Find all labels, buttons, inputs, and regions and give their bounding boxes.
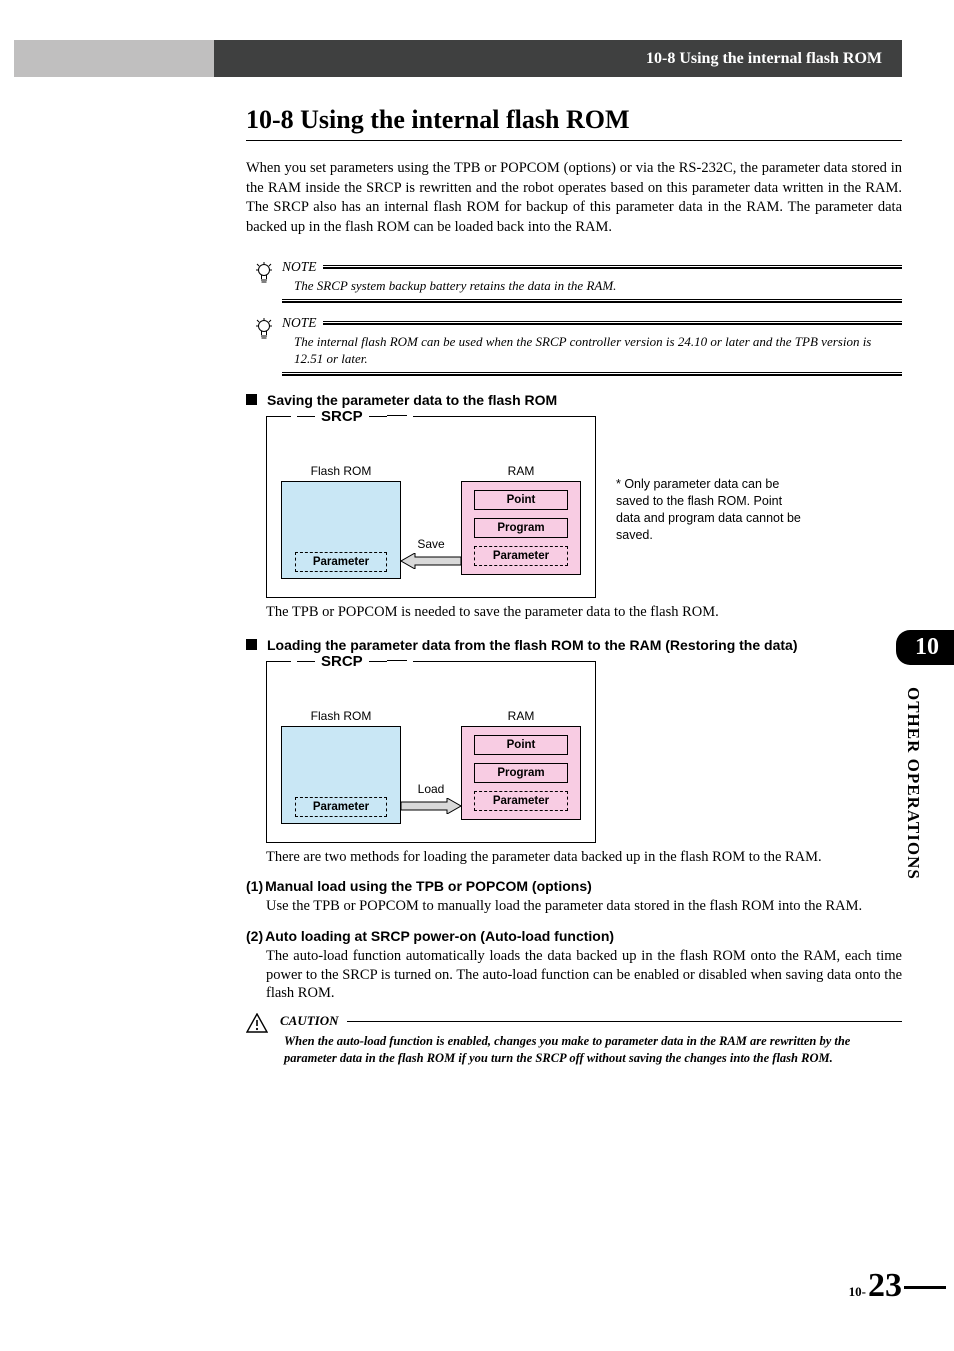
arrow-label: Load [418, 782, 445, 796]
flash-rom-label: Flash ROM [311, 709, 372, 723]
caution-text: When the auto-load function is enabled, … [280, 1033, 902, 1067]
rule-icon [347, 1021, 902, 1022]
save-arrow: Save [401, 537, 461, 569]
sub-text: The auto-load function automatically loa… [266, 947, 902, 1004]
save-caption: The TPB or POPCOM is needed to save the … [266, 604, 902, 621]
arrow-label: Save [417, 537, 444, 551]
diagram-side-note: * Only parameter data can be saved to th… [616, 476, 806, 544]
bullet-icon [246, 394, 257, 405]
rule-icon [282, 372, 902, 376]
load-diagram: SRCP Flash ROM Parameter Load RAM Point … [266, 661, 596, 843]
lightbulb-icon [246, 259, 282, 287]
header-title-bar: 10-8 Using the internal flash ROM [214, 40, 902, 77]
section-heading-text: Saving the parameter data to the flash R… [267, 392, 557, 408]
load-caption: There are two methods for loading the pa… [266, 849, 902, 866]
section-heading-text: Loading the parameter data from the flas… [267, 637, 797, 653]
save-diagram: SRCP Flash ROM Parameter Save RAM Point … [266, 416, 596, 598]
note-block: NOTE The internal flash ROM can be used … [246, 315, 902, 376]
flashrom-parameter-cell: Parameter [295, 552, 387, 572]
ram-program-cell: Program [474, 763, 568, 783]
ram-program-cell: Program [474, 518, 568, 538]
chapter-label: OTHER OPERATIONS [903, 687, 923, 880]
caution-label: CAUTION [280, 1013, 339, 1029]
note-label: NOTE [282, 259, 317, 275]
ram-point-cell: Point [474, 490, 568, 510]
sub-head: Auto loading at SRCP power-on (Auto-load… [265, 928, 614, 944]
ram-label: RAM [508, 464, 535, 478]
intro-paragraph: When you set parameters using the TPB or… [246, 159, 902, 237]
bullet-icon [246, 639, 257, 650]
page-prefix: 10- [849, 1284, 866, 1300]
load-diagram-wrap: SRCP Flash ROM Parameter Load RAM Point … [246, 661, 902, 843]
rule-icon [323, 265, 902, 269]
ram-parameter-cell: Parameter [474, 791, 568, 811]
page-number: 10- 23 [849, 1267, 902, 1305]
page-content: 10-8 Using the internal flash ROM When y… [246, 105, 902, 1067]
caution-block: CAUTION When the auto-load function is e… [246, 1013, 902, 1067]
rule-icon [323, 321, 902, 325]
page-num: 23 [868, 1267, 902, 1305]
section-heading: Loading the parameter data from the flas… [246, 637, 902, 653]
ram-point-cell: Point [474, 735, 568, 755]
note-label: NOTE [282, 315, 317, 331]
diagram-title: SRCP [291, 408, 413, 425]
ram-parameter-cell: Parameter [474, 546, 568, 566]
ram-label: RAM [508, 709, 535, 723]
rule-icon [282, 299, 902, 303]
page-header: 10-8 Using the internal flash ROM [0, 40, 954, 77]
flashrom-parameter-cell: Parameter [295, 797, 387, 817]
caution-icon [246, 1013, 268, 1038]
lightbulb-icon [246, 315, 282, 343]
chapter-tab: 10 OTHER OPERATIONS [896, 630, 930, 880]
sub-head: Manual load using the TPB or POPCOM (opt… [265, 878, 592, 894]
header-gray-block [14, 40, 214, 77]
arrow-right-icon [401, 798, 461, 814]
diagram-title: SRCP [291, 653, 413, 670]
flash-rom-label: Flash ROM [311, 464, 372, 478]
note-text: The SRCP system backup battery retains t… [282, 278, 902, 295]
footer-rule-icon [904, 1286, 946, 1289]
note-text: The internal flash ROM can be used when … [282, 334, 902, 368]
flash-rom-box: Flash ROM Parameter [281, 726, 401, 824]
header-breadcrumb: 10-8 Using the internal flash ROM [646, 50, 882, 68]
section-heading: Saving the parameter data to the flash R… [246, 392, 902, 408]
arrow-left-icon [401, 553, 461, 569]
load-arrow: Load [401, 782, 461, 814]
chapter-number: 10 [896, 630, 954, 665]
save-diagram-wrap: SRCP Flash ROM Parameter Save RAM Point … [246, 416, 902, 598]
sub-num: (1) [246, 878, 263, 894]
subsection: (2) Auto loading at SRCP power-on (Auto-… [246, 928, 902, 1004]
note-block: NOTE The SRCP system backup battery reta… [246, 259, 902, 303]
subsection: (1) Manual load using the TPB or POPCOM … [246, 878, 902, 916]
ram-box: RAM Point Program Parameter [461, 726, 581, 820]
flash-rom-box: Flash ROM Parameter [281, 481, 401, 579]
ram-box: RAM Point Program Parameter [461, 481, 581, 575]
sub-text: Use the TPB or POPCOM to manually load t… [266, 897, 902, 916]
page-title: 10-8 Using the internal flash ROM [246, 105, 902, 141]
sub-num: (2) [246, 928, 263, 944]
